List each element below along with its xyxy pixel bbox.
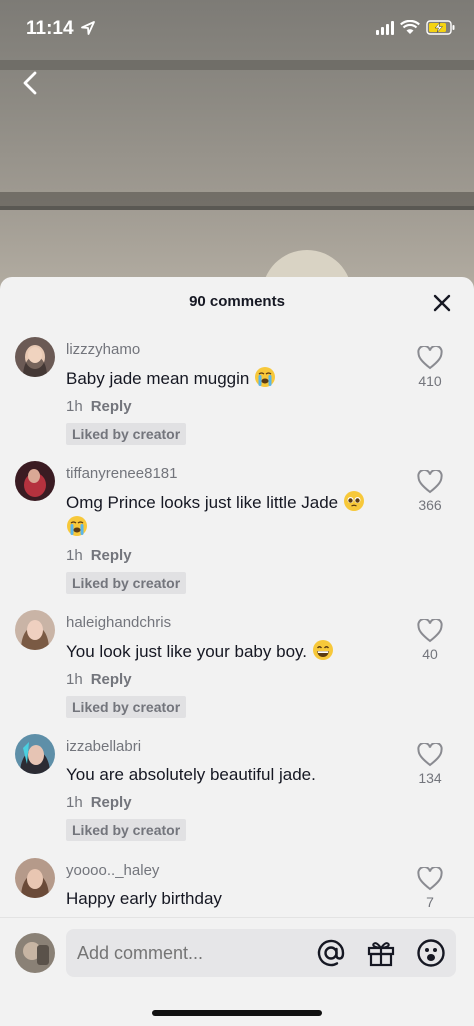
signal-icon	[376, 20, 394, 35]
comment-username[interactable]: lizzzyhamo	[66, 340, 406, 360]
like-count: 134	[418, 770, 442, 786]
loudly-crying-face-icon	[255, 367, 276, 387]
comment-time: 1h	[66, 547, 83, 564]
heart-outline-icon[interactable]	[417, 619, 443, 643]
location-arrow-icon	[81, 21, 95, 35]
ceiling-pipe	[0, 206, 474, 210]
comment-text-content: Happy early birthday	[66, 889, 222, 908]
like-count: 410	[418, 373, 442, 389]
comments-sheet: 90 comments lizzzyhamo Baby jade mean mu…	[0, 277, 474, 1026]
comment-text: You look just like your baby boy.	[66, 639, 406, 664]
gift-icon[interactable]	[366, 938, 396, 968]
ceiling-beam	[0, 60, 474, 70]
comment-text: Happy early birthday	[66, 887, 406, 911]
avatar[interactable]	[15, 858, 55, 898]
heart-outline-icon[interactable]	[417, 867, 443, 891]
battery-charging-icon	[426, 20, 455, 35]
like-control[interactable]: 7	[402, 867, 458, 910]
status-icons	[376, 20, 456, 35]
liked-by-creator-badge: Liked by creator	[66, 572, 187, 594]
comment-username[interactable]: izzabellabri	[66, 737, 406, 757]
comment-composer	[0, 917, 474, 1026]
comment-time: 1h	[66, 398, 83, 415]
comment-text-content: Baby jade mean muggin	[66, 369, 250, 388]
comment-body: yoooo.._haley Happy early birthday	[66, 861, 406, 911]
comment-username[interactable]: haleighandchris	[66, 613, 406, 633]
comment-username[interactable]: tiffanyrenee8181	[66, 464, 406, 484]
composer-actions	[316, 938, 446, 968]
like-count: 366	[418, 497, 442, 513]
comment-time: 1h	[66, 794, 83, 811]
reply-button[interactable]: Reply	[91, 794, 132, 811]
at-sign-icon[interactable]	[316, 938, 346, 968]
comment-text-content: Omg Prince looks just like little Jade	[66, 493, 339, 512]
comment-time: 1h	[66, 671, 83, 688]
comment-meta: 1h Reply	[66, 397, 406, 417]
reply-button[interactable]: Reply	[91, 398, 132, 415]
avatar[interactable]	[15, 734, 55, 774]
avatar[interactable]	[15, 461, 55, 501]
like-count: 40	[422, 646, 438, 662]
status-time: 11:14	[26, 18, 74, 39]
comment-meta: 1h Reply	[66, 546, 406, 566]
sheet-header: 90 comments	[0, 277, 474, 327]
pleading-face-icon	[343, 491, 364, 511]
comment-meta: 1h Reply	[66, 670, 406, 690]
like-control[interactable]: 134	[402, 743, 458, 786]
comment-text: You are absolutely beautiful jade.	[66, 763, 406, 787]
comment-body: haleighandchris You look just like your …	[66, 613, 406, 718]
heart-outline-icon[interactable]	[417, 743, 443, 767]
like-control[interactable]: 40	[402, 619, 458, 662]
comment-text: Baby jade mean muggin	[66, 366, 406, 391]
emoji-smiley-icon[interactable]	[416, 938, 446, 968]
liked-by-creator-badge: Liked by creator	[66, 423, 187, 445]
wifi-icon	[400, 20, 420, 34]
comment-text-content: You look just like your baby boy.	[66, 642, 307, 661]
comment-body: izzabellabri You are absolutely beautifu…	[66, 737, 406, 841]
grinning-face-icon	[312, 640, 333, 660]
status-bar: 11:14	[0, 0, 474, 56]
my-avatar	[15, 933, 55, 973]
loudly-crying-face-icon	[67, 516, 87, 536]
comment-body: lizzzyhamo Baby jade mean muggin 1h Reply…	[66, 340, 406, 445]
liked-by-creator-badge: Liked by creator	[66, 696, 187, 718]
comment-body: tiffanyrenee8181 Omg Prince looks just l…	[66, 464, 406, 594]
comment-meta: 1h Reply	[66, 793, 406, 813]
back-chevron-icon[interactable]	[16, 68, 46, 98]
home-indicator	[152, 1010, 322, 1016]
comment-username[interactable]: yoooo.._haley	[66, 861, 406, 881]
close-icon[interactable]	[432, 293, 452, 313]
comment-text-content: You are absolutely beautiful jade.	[66, 765, 316, 784]
reply-button[interactable]: Reply	[91, 671, 132, 688]
reply-button[interactable]: Reply	[91, 547, 132, 564]
like-control[interactable]: 410	[402, 346, 458, 389]
avatar[interactable]	[15, 610, 55, 650]
like-count: 7	[426, 894, 434, 910]
heart-outline-icon[interactable]	[417, 346, 443, 370]
comment-text: Omg Prince looks just like little Jade	[66, 490, 406, 540]
like-control[interactable]: 366	[402, 470, 458, 513]
liked-by-creator-badge: Liked by creator	[66, 819, 187, 841]
heart-outline-icon[interactable]	[417, 470, 443, 494]
avatar[interactable]	[15, 337, 55, 377]
comments-count-title: 90 comments	[189, 293, 285, 310]
